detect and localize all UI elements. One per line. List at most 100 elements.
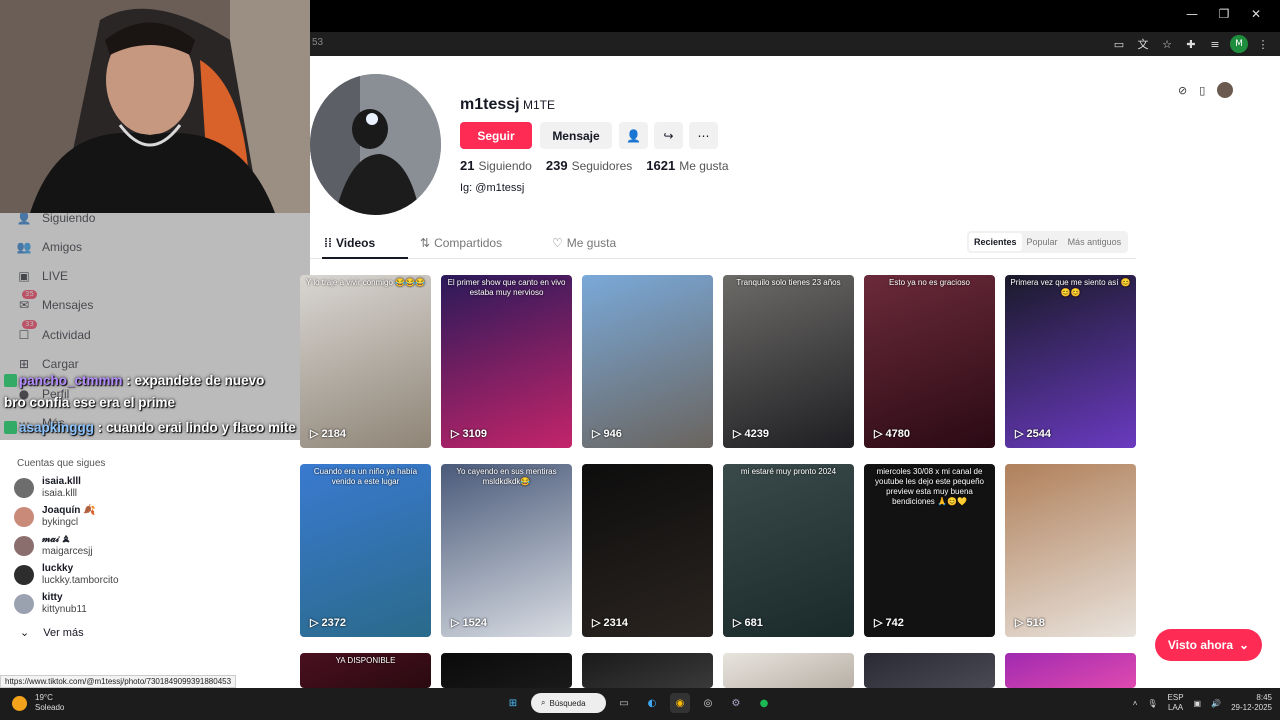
more-options-button[interactable]: ⋯ <box>689 122 718 149</box>
restore-icon[interactable]: ❐ <box>1208 4 1240 24</box>
language-indicator[interactable]: ESP LAA <box>1168 693 1184 713</box>
task-view-icon[interactable]: ▭ <box>614 693 634 713</box>
message-button[interactable]: Mensaje <box>540 122 612 149</box>
sort-selector: Recientes Popular Más antiguos <box>967 231 1129 253</box>
tab-reposts[interactable]: ⇅ Compartidos <box>420 236 502 250</box>
video-view-count: ▷ 518 <box>1015 617 1045 629</box>
watched-now-button[interactable]: Visto ahora ⌄ <box>1155 629 1262 661</box>
search-icon: ⌕ <box>541 698 546 707</box>
extensions-icon[interactable]: ✚ <box>1182 35 1200 53</box>
video-thumbnail[interactable]: ▷ 2314 <box>582 464 713 637</box>
play-icon: ▷ <box>1015 617 1027 629</box>
explore-icon[interactable]: ⊘ <box>1178 84 1187 97</box>
video-thumbnail[interactable]: YA DISPONIBLE <box>300 653 431 688</box>
video-caption: YA DISPONIBLE <box>335 656 396 665</box>
edge-icon[interactable]: ◐ <box>642 693 662 713</box>
minimize-icon[interactable]: — <box>1176 4 1208 24</box>
taskbar-search[interactable]: ⌕ Búsqueda <box>531 693 606 713</box>
heart-lock-icon: ♡ <box>552 236 563 250</box>
windows-start-icon[interactable]: ⊞ <box>503 693 523 713</box>
chat-badge-icon <box>4 421 17 434</box>
video-thumbnail[interactable] <box>723 653 854 688</box>
play-icon: ▷ <box>874 428 886 440</box>
close-icon[interactable]: ✕ <box>1240 4 1272 24</box>
media-control-icon[interactable]: ≡ <box>1206 35 1224 53</box>
grid-icon: ⁞⁞ <box>324 236 332 250</box>
video-thumbnail[interactable]: Esto ya no es gracioso ▷ 4780 <box>864 275 995 448</box>
tab-liked[interactable]: ♡ Me gusta <box>552 236 616 250</box>
user-avatar[interactable] <box>1217 82 1234 98</box>
video-caption: Cuando era un niño ya había venido a est… <box>313 467 418 486</box>
account-item[interactable]: kitty kittynub11 <box>14 592 87 616</box>
account-item[interactable]: Joaquín 🍂 bykingcl <box>14 505 96 529</box>
video-thumbnail[interactable] <box>1005 653 1136 688</box>
video-thumbnail[interactable]: ▷ 946 <box>582 275 713 448</box>
more-dots-icon: ⋯ <box>697 128 710 143</box>
stream-chat-overlay: pancho_ctmmm : expandete de nuevo bro co… <box>0 213 310 440</box>
add-friend-button[interactable]: 👤 <box>619 122 648 149</box>
webcam-image <box>0 0 310 213</box>
chevron-double-down-icon: ⌄ <box>1239 638 1250 652</box>
video-thumbnail[interactable]: Tranquilo solo tienes 23 años ▷ 4239 <box>723 275 854 448</box>
chat-message: pancho_ctmmm : expandete de nuevo <box>4 373 264 388</box>
url-text[interactable]: 53 <box>312 37 323 48</box>
video-thumbnail[interactable]: Primera vez que me siento así 😊😊😊 ▷ 2544 <box>1005 275 1136 448</box>
video-view-count: ▷ 2372 <box>310 617 346 629</box>
video-thumbnail[interactable]: miercoles 30/08 x mi canal de youtube le… <box>864 464 995 637</box>
device-icon[interactable]: ▯ <box>1199 84 1205 97</box>
window-controls: — ❐ ✕ <box>1176 4 1272 24</box>
video-caption: Primera vez que me siento así 😊😊😊 <box>1010 278 1131 297</box>
taskbar-apps: ⊞ ⌕ Búsqueda ▭ ◐ ◉ ◎ ⚙ ● <box>503 693 774 713</box>
avatar <box>14 536 34 556</box>
followers-stat[interactable]: 239 Seguidores <box>546 158 632 173</box>
video-thumbnail[interactable]: El primer show que canto en vivo estaba … <box>441 275 572 448</box>
steam-icon[interactable]: ⚙ <box>726 693 746 713</box>
microphone-icon[interactable]: 🎙 <box>1147 699 1157 708</box>
chevron-up-icon[interactable]: ˄ <box>1133 699 1138 708</box>
profile-avatar <box>310 74 441 215</box>
profile-username: m1tessj <box>460 96 520 113</box>
network-icon[interactable]: ▣ <box>1194 699 1202 708</box>
video-thumbnail[interactable]: Y lo traje a vivir conmigo 😂😂😂 ▷ 2184 <box>300 275 431 448</box>
profile-avatar-icon[interactable]: M <box>1230 35 1248 53</box>
follow-button[interactable]: Seguir <box>460 122 532 149</box>
video-thumbnail[interactable] <box>864 653 995 688</box>
translate-icon[interactable]: 文 <box>1134 35 1152 53</box>
account-item[interactable]: isaia.klll isaia.klll <box>14 476 81 500</box>
play-icon: ▷ <box>451 617 463 629</box>
tab-videos[interactable]: ⁞⁞ Videos <box>324 236 375 250</box>
video-thumbnail[interactable]: Cuando era un niño ya había venido a est… <box>300 464 431 637</box>
video-view-count: ▷ 2184 <box>310 428 346 440</box>
play-icon: ▷ <box>733 428 745 440</box>
video-view-count: ▷ 3109 <box>451 428 487 440</box>
menu-kebab-icon[interactable]: ⋮ <box>1254 35 1272 53</box>
sort-oldest[interactable]: Más antiguos <box>1063 233 1127 251</box>
obs-icon[interactable]: ◎ <box>698 693 718 713</box>
play-icon: ▷ <box>874 617 886 629</box>
following-stat[interactable]: 21 Siguiendo <box>460 158 532 173</box>
video-thumbnail[interactable] <box>441 653 572 688</box>
see-more-button[interactable]: ⌄ Ver más <box>20 626 84 640</box>
video-thumbnail[interactable] <box>582 653 713 688</box>
account-item[interactable]: 𝓂𝒶𝒾 ♗ maigarcesjj <box>14 534 93 558</box>
clock[interactable]: 8:45 29-12-2025 <box>1231 693 1272 713</box>
share-button[interactable]: ↪ <box>654 122 683 149</box>
video-thumbnail[interactable]: ▷ 518 <box>1005 464 1136 637</box>
status-bar-url: https://www.tiktok.com/@m1tessj/photo/73… <box>0 675 237 688</box>
chrome-icon[interactable]: ◉ <box>670 693 690 713</box>
bookmark-star-icon[interactable]: ☆ <box>1158 35 1176 53</box>
account-item[interactable]: luckky luckky.tamborcito <box>14 563 119 587</box>
sort-popular[interactable]: Popular <box>1022 233 1063 251</box>
sort-recent[interactable]: Recientes <box>969 233 1022 251</box>
volume-icon[interactable]: 🔊 <box>1211 699 1221 708</box>
repost-icon: ⇅ <box>420 236 431 250</box>
video-view-count: ▷ 2544 <box>1015 428 1051 440</box>
video-thumbnail[interactable]: mi estaré muy pronto 2024 ▷ 681 <box>723 464 854 637</box>
spotify-icon[interactable]: ● <box>754 693 774 713</box>
webcam-overlay <box>0 0 310 213</box>
cast-icon[interactable]: ▭ <box>1110 35 1128 53</box>
share-icon: ↪ <box>663 128 674 143</box>
screen: — ❐ ✕ 53 ▭ 文 ☆ ✚ ≡ M ⋮ 👤Siguiendo 👥Amigo… <box>0 0 1280 720</box>
weather-widget[interactable]: 19°C Soleado <box>12 693 64 713</box>
video-thumbnail[interactable]: Yo cayendo en sus mentiras msldkdkdk😂 ▷ 1… <box>441 464 572 637</box>
